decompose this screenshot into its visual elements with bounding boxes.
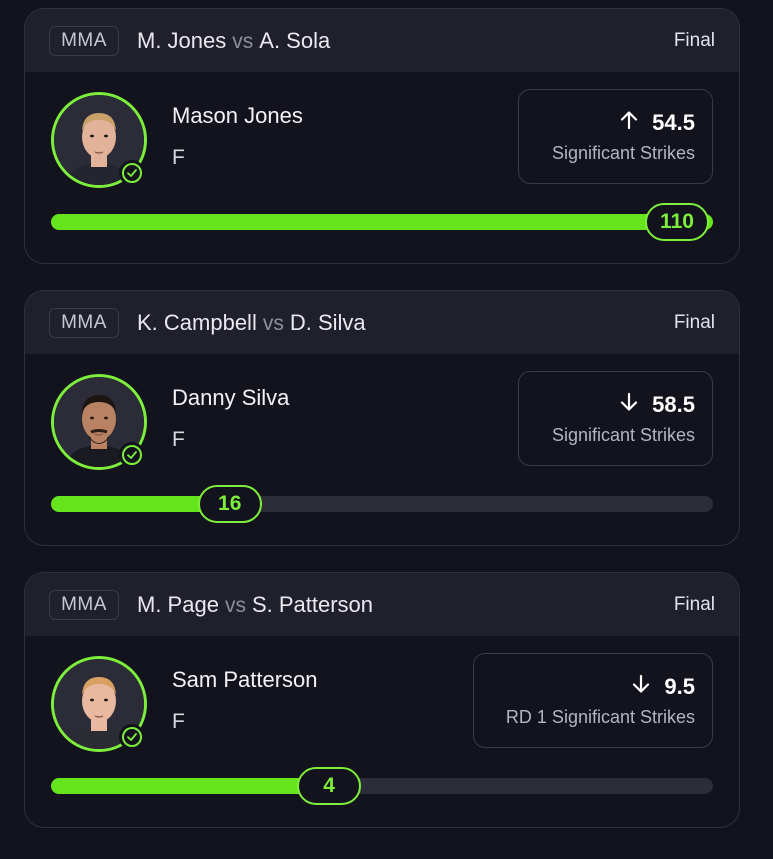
progress-track: 16: [51, 485, 713, 523]
prop-card[interactable]: MMA M. Jones vs A. Sola Final Mason Jone…: [24, 8, 740, 264]
fighter-b: D. Silva: [289, 309, 366, 335]
sport-tag: MMA: [49, 25, 119, 56]
progress-track: 4: [51, 767, 713, 805]
vs-label: vs: [224, 593, 246, 617]
result-pill: 110: [645, 203, 709, 241]
fighter-a: M. Page: [137, 591, 219, 617]
player-position: F: [172, 146, 185, 169]
vs-label: vs: [232, 29, 254, 53]
prop-card[interactable]: MMA K. Campbell vs D. Silva Final Danny …: [24, 290, 740, 546]
card-header: MMA M. Page vs S. Patterson Final: [25, 573, 739, 636]
fighter-b: A. Sola: [259, 27, 331, 53]
status-label: Final: [673, 29, 715, 51]
line-box[interactable]: 58.5 Significant Strikes: [518, 371, 713, 466]
player-avatar[interactable]: [51, 92, 147, 188]
line-value: 58.5: [652, 392, 695, 417]
card-header: MMA K. Campbell vs D. Silva Final: [25, 291, 739, 354]
sport-tag: MMA: [49, 589, 119, 620]
player-avatar[interactable]: [51, 656, 147, 752]
stat-label: Significant Strikes: [551, 143, 695, 163]
stat-label: RD 1 Significant Strikes: [505, 707, 695, 727]
check-icon: [119, 160, 145, 186]
progress-track: 110: [51, 203, 713, 241]
line-value: 54.5: [652, 110, 695, 135]
player-position: F: [172, 710, 185, 733]
arrow-down-icon: [630, 673, 652, 701]
result-pill: 16: [197, 485, 262, 523]
arrow-down-icon: [618, 391, 640, 419]
fighter-a: K. Campbell: [137, 309, 257, 335]
result-pill: 4: [297, 767, 362, 805]
prop-card[interactable]: MMA M. Page vs S. Patterson Final Sam Pa…: [24, 572, 740, 828]
vs-label: vs: [262, 311, 284, 335]
status-label: Final: [673, 311, 715, 333]
player-name: Danny Silva: [172, 385, 290, 410]
line-value: 9.5: [664, 674, 695, 699]
player-position: F: [172, 428, 185, 451]
progress-fill: [51, 778, 330, 794]
sport-tag: MMA: [49, 307, 119, 338]
stat-label: Significant Strikes: [551, 425, 695, 445]
progress-fill: [51, 214, 713, 230]
matchup-title: M. Page vs S. Patterson: [137, 592, 373, 618]
player-name: Sam Patterson: [172, 667, 318, 692]
check-icon: [119, 442, 145, 468]
matchup-title: K. Campbell vs D. Silva: [137, 310, 366, 336]
arrow-up-icon: [618, 109, 640, 137]
line-box[interactable]: 9.5 RD 1 Significant Strikes: [473, 653, 713, 748]
card-header: MMA M. Jones vs A. Sola Final: [25, 9, 739, 72]
fighter-b: S. Patterson: [251, 591, 374, 617]
matchup-title: M. Jones vs A. Sola: [137, 28, 330, 54]
player-avatar[interactable]: [51, 374, 147, 470]
status-label: Final: [673, 593, 715, 615]
check-icon: [119, 724, 145, 750]
line-box[interactable]: 54.5 Significant Strikes: [518, 89, 713, 184]
fighter-a: M. Jones: [137, 27, 227, 53]
player-name: Mason Jones: [172, 103, 303, 128]
